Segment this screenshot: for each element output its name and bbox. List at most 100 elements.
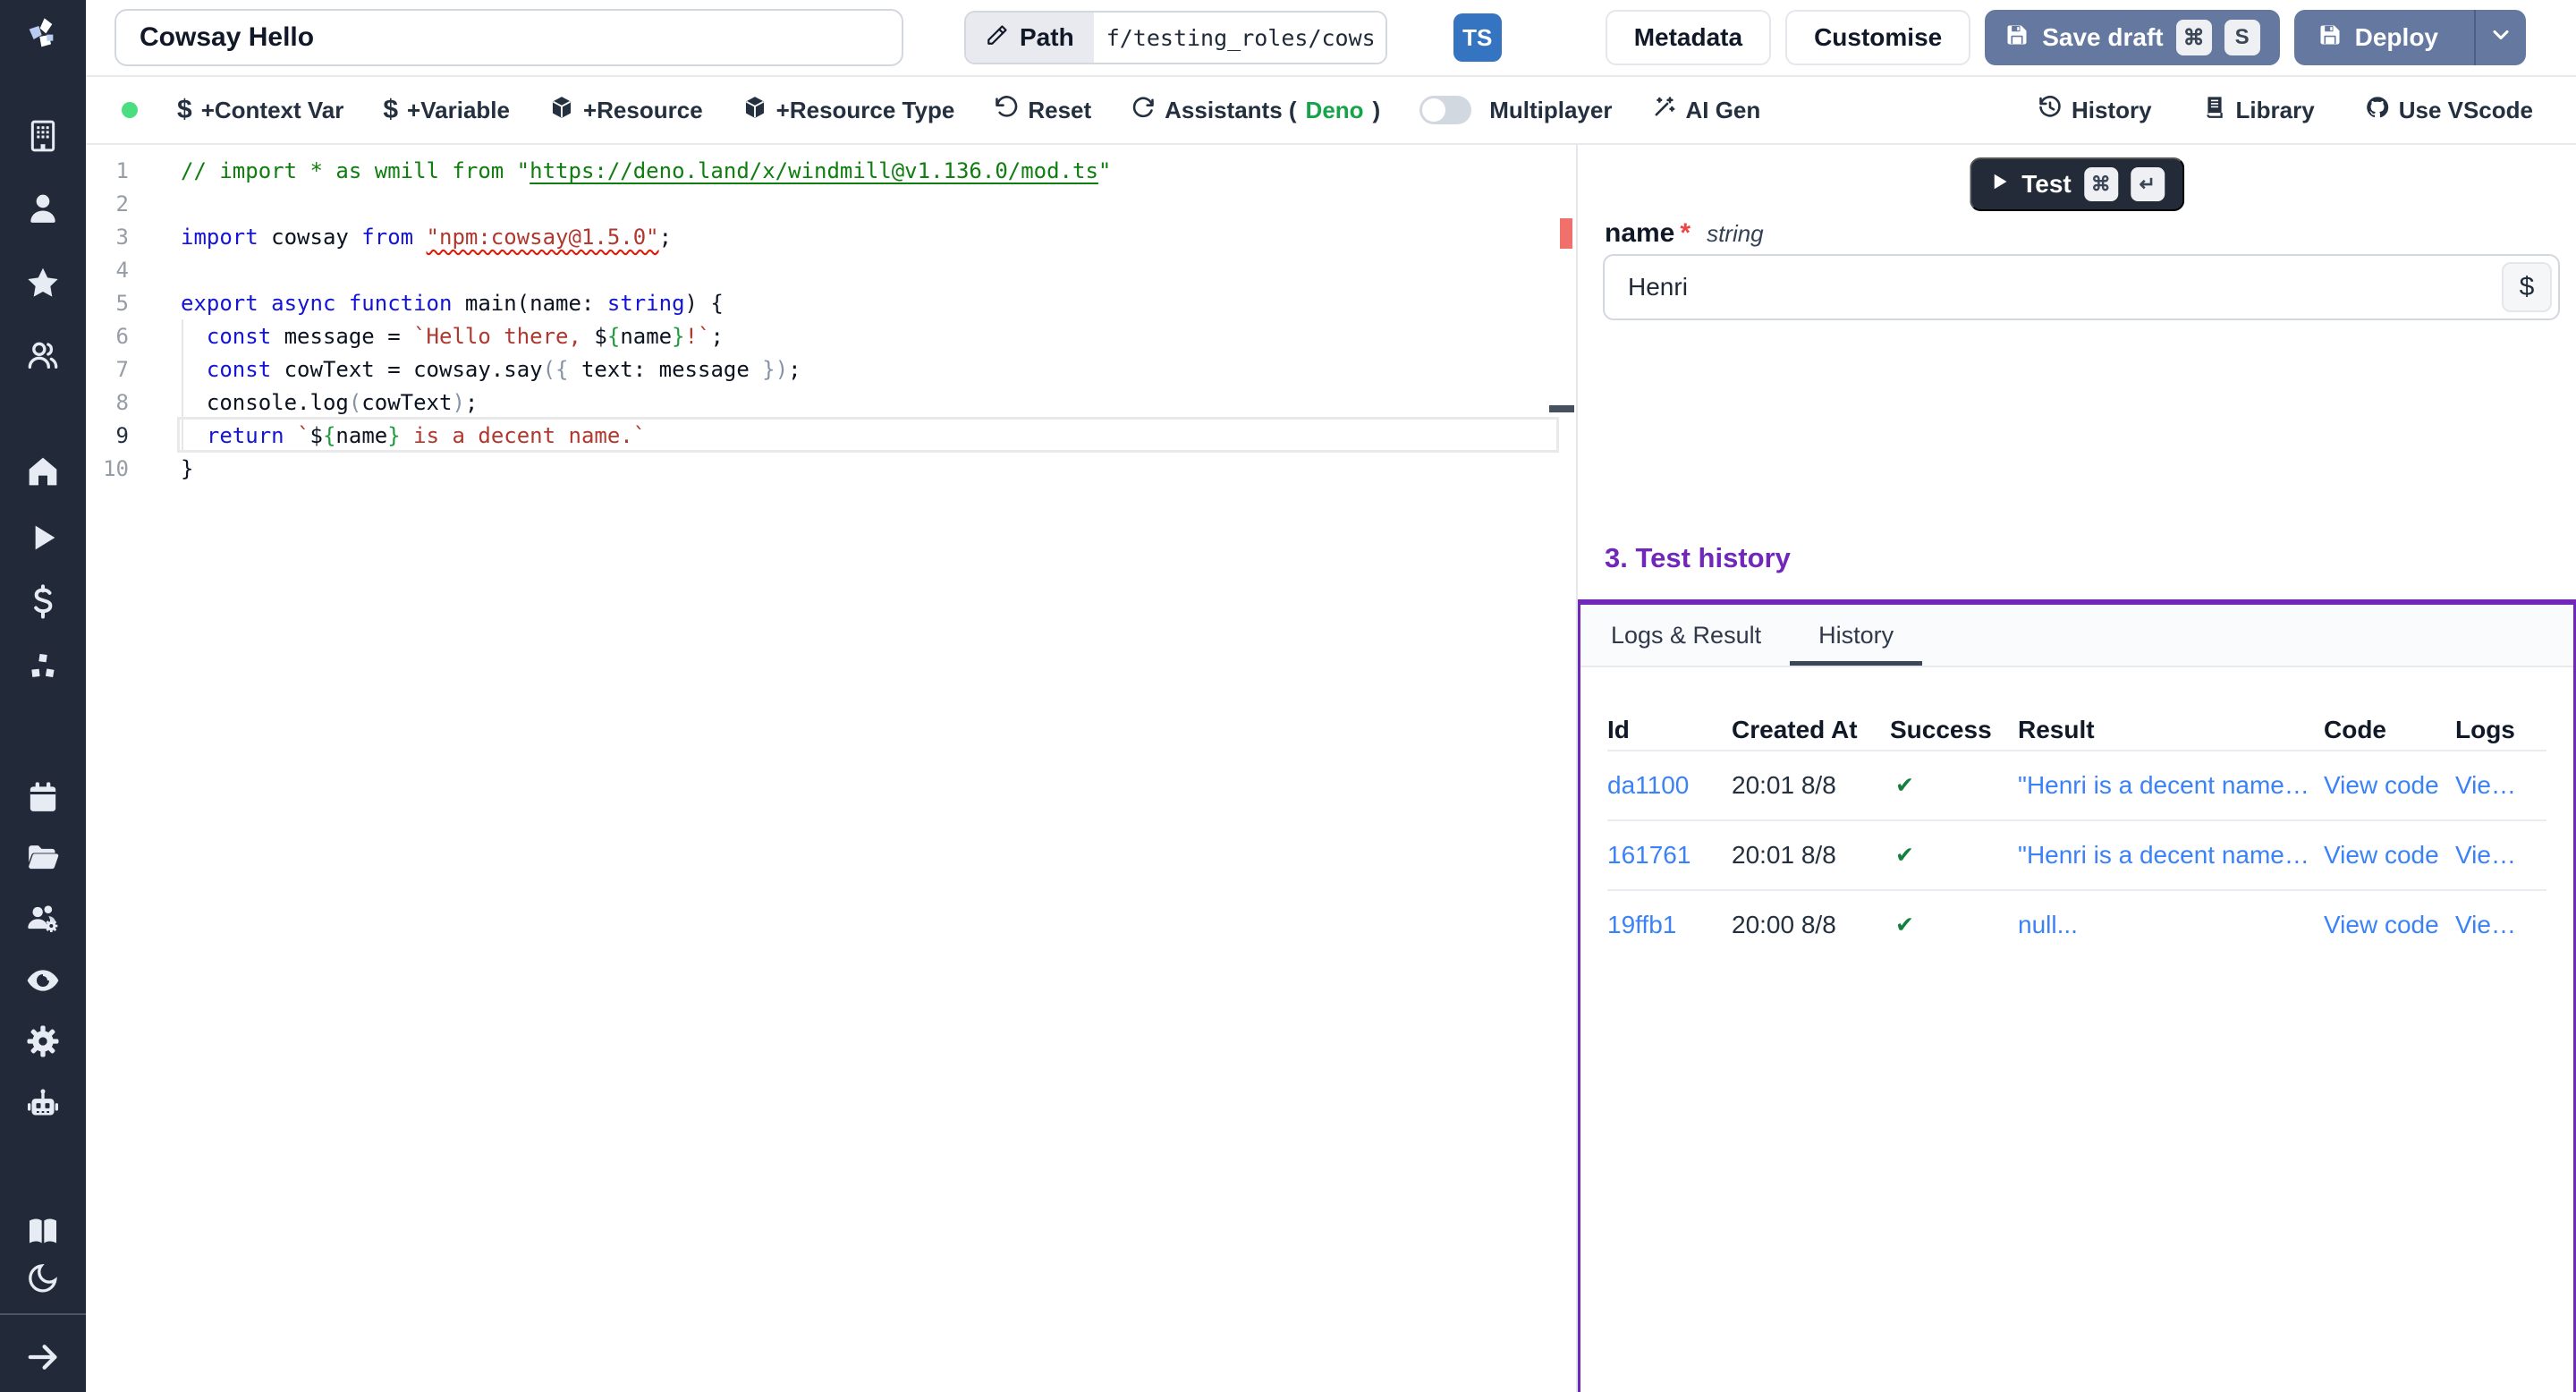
dark-mode-moon-icon[interactable] — [21, 1257, 64, 1300]
workspace-building-icon[interactable] — [21, 115, 64, 157]
docs-book-open-icon[interactable] — [21, 1210, 64, 1253]
github-icon — [2365, 95, 2390, 126]
sidebar-divider — [0, 1313, 86, 1315]
created-at: 20:01 8/8 — [1732, 771, 1890, 800]
metadata-button[interactable]: Metadata — [1606, 10, 1771, 65]
view-logs-link[interactable]: View logs — [2455, 841, 2546, 870]
folder-open-icon[interactable] — [21, 836, 64, 879]
save-draft-button[interactable]: Save draft ⌘ S — [1985, 10, 2279, 65]
code-line[interactable]: 3import cowsay from "npm:cowsay@1.5.0"; — [86, 220, 1576, 253]
multiplayer-toggle[interactable] — [1419, 96, 1471, 124]
library-button[interactable]: Library — [2202, 95, 2315, 126]
tab-history[interactable]: History — [1790, 605, 1922, 666]
result-link[interactable]: "Henri is a decent name"... — [2018, 841, 2324, 870]
path-edit-button[interactable]: Path — [966, 13, 1094, 63]
assistants-lang: Deno — [1306, 97, 1364, 124]
code-editor[interactable]: 1// import * as wmill from "https://deno… — [86, 145, 1578, 1392]
right-panel: Test ⌘ ↵ name* string $ 3. Test history … — [1578, 145, 2576, 1392]
deploy-label: Deploy — [2355, 23, 2438, 52]
history-button[interactable]: History — [2038, 95, 2152, 126]
test-history-title: 3. Test history — [1605, 542, 1791, 574]
customise-button[interactable]: Customise — [1785, 10, 1970, 65]
history-tabbar: Logs & Result History — [1580, 605, 2573, 667]
view-logs-link[interactable]: View logs — [2455, 911, 2546, 939]
job-id-link[interactable]: da1100 — [1607, 771, 1732, 800]
expression-dollar-button[interactable]: $ — [2502, 262, 2552, 312]
job-id-link[interactable]: 161761 — [1607, 841, 1732, 870]
add-variable-button[interactable]: $+Variable — [383, 95, 510, 125]
users-icon[interactable] — [21, 334, 64, 377]
play-icon — [1989, 170, 2009, 199]
view-code-link[interactable]: View code — [2324, 841, 2455, 870]
save-draft-label: Save draft — [2042, 23, 2163, 52]
assistants-button[interactable]: Assistants (Deno) — [1131, 95, 1380, 126]
line-number: 8 — [86, 390, 181, 415]
line-number: 10 — [86, 456, 181, 481]
use-vscode-button[interactable]: Use VScode — [2365, 95, 2533, 126]
created-at: 20:01 8/8 — [1732, 841, 1890, 870]
ai-gen-button[interactable]: AI Gen — [1651, 95, 1760, 126]
pencil-icon — [986, 23, 1009, 53]
schedules-calendar-icon[interactable] — [21, 776, 64, 819]
test-history-panel: Logs & Result History Id Created At Succ… — [1578, 599, 2576, 1392]
star-favorites-icon[interactable] — [21, 261, 64, 304]
windmill-logo-icon[interactable] — [21, 12, 64, 55]
tab-logs-result[interactable]: Logs & Result — [1582, 605, 1790, 666]
resources-cubes-icon[interactable] — [21, 646, 64, 689]
add-resource-type-button[interactable]: +Resource Type — [742, 95, 955, 126]
dollar-icon: $ — [383, 95, 398, 125]
code-line[interactable]: 7 const cowText = cowsay.say({ text: mes… — [86, 352, 1576, 386]
code-lines: 1// import * as wmill from "https://deno… — [86, 145, 1576, 1392]
package-icon — [549, 95, 574, 126]
package-icon — [742, 95, 767, 126]
add-context-var-button[interactable]: $+Context Var — [177, 95, 343, 125]
history-row: 16176120:01 8/8✔"Henri is a decent name"… — [1607, 819, 2546, 889]
result-link[interactable]: null... — [2018, 911, 2324, 939]
path-label: Path — [1020, 23, 1074, 52]
code-line[interactable]: 4 — [86, 253, 1576, 286]
script-title-input[interactable] — [114, 9, 903, 66]
expand-arrow-right-icon[interactable] — [21, 1336, 64, 1379]
topbar: Path TS Metadata Customise Save draft ⌘ … — [86, 0, 2576, 77]
deploy-button[interactable]: Deploy — [2294, 10, 2526, 65]
user-icon[interactable] — [21, 187, 64, 230]
code-line[interactable]: 6 const message = `Hello there, ${name}!… — [86, 319, 1576, 352]
editor-toolbar: $+Context Var $+Variable +Resource +Reso… — [86, 77, 2576, 145]
workers-robot-icon[interactable] — [21, 1082, 64, 1125]
view-code-link[interactable]: View code — [2324, 911, 2455, 939]
view-code-link[interactable]: View code — [2324, 771, 2455, 800]
path-group: Path — [964, 11, 1387, 64]
groups-users-gear-icon[interactable] — [21, 897, 64, 940]
arg-value-input[interactable] — [1603, 254, 2560, 320]
variables-dollar-icon[interactable] — [21, 580, 64, 623]
home-icon[interactable] — [21, 450, 64, 493]
path-input[interactable] — [1094, 13, 1385, 63]
field-name: name — [1605, 218, 1674, 249]
runs-play-icon[interactable] — [21, 516, 64, 559]
code-line[interactable]: 5export async function main(name: string… — [86, 286, 1576, 319]
kbd-s: S — [2224, 20, 2260, 55]
audit-eye-icon[interactable] — [21, 959, 64, 1002]
code-line[interactable]: 2 — [86, 187, 1576, 220]
result-link[interactable]: "Henri is a decent name."... — [2018, 771, 2324, 800]
code-line[interactable]: 1// import * as wmill from "https://deno… — [86, 154, 1576, 187]
job-id-link[interactable]: 19ffb1 — [1607, 911, 1732, 939]
windmill-script-editor: Path TS Metadata Customise Save draft ⌘ … — [0, 0, 2576, 1392]
code-line[interactable]: 10} — [86, 452, 1576, 485]
test-button[interactable]: Test ⌘ ↵ — [1970, 157, 2184, 211]
settings-gear-icon[interactable] — [21, 1020, 64, 1063]
multiplayer-label: Multiplayer — [1489, 97, 1612, 124]
kbd-cmd: ⌘ — [2176, 20, 2212, 55]
sidebar — [0, 0, 86, 1392]
deploy-dropdown-caret[interactable] — [2474, 10, 2526, 65]
test-label: Test — [2021, 170, 2072, 199]
multiplayer-toggle-group: Multiplayer — [1419, 96, 1612, 124]
code-line[interactable]: 9 return `${name} is a decent name.` — [86, 419, 1576, 452]
view-logs-link[interactable]: View logs — [2455, 771, 2546, 800]
code-line[interactable]: 8 console.log(cowText); — [86, 386, 1576, 419]
reset-button[interactable]: Reset — [994, 95, 1091, 126]
line-number: 6 — [86, 324, 181, 349]
history-table-body: da110020:01 8/8✔"Henri is a decent name.… — [1607, 750, 2546, 959]
add-resource-button[interactable]: +Resource — [549, 95, 703, 126]
book-icon — [2202, 95, 2227, 126]
